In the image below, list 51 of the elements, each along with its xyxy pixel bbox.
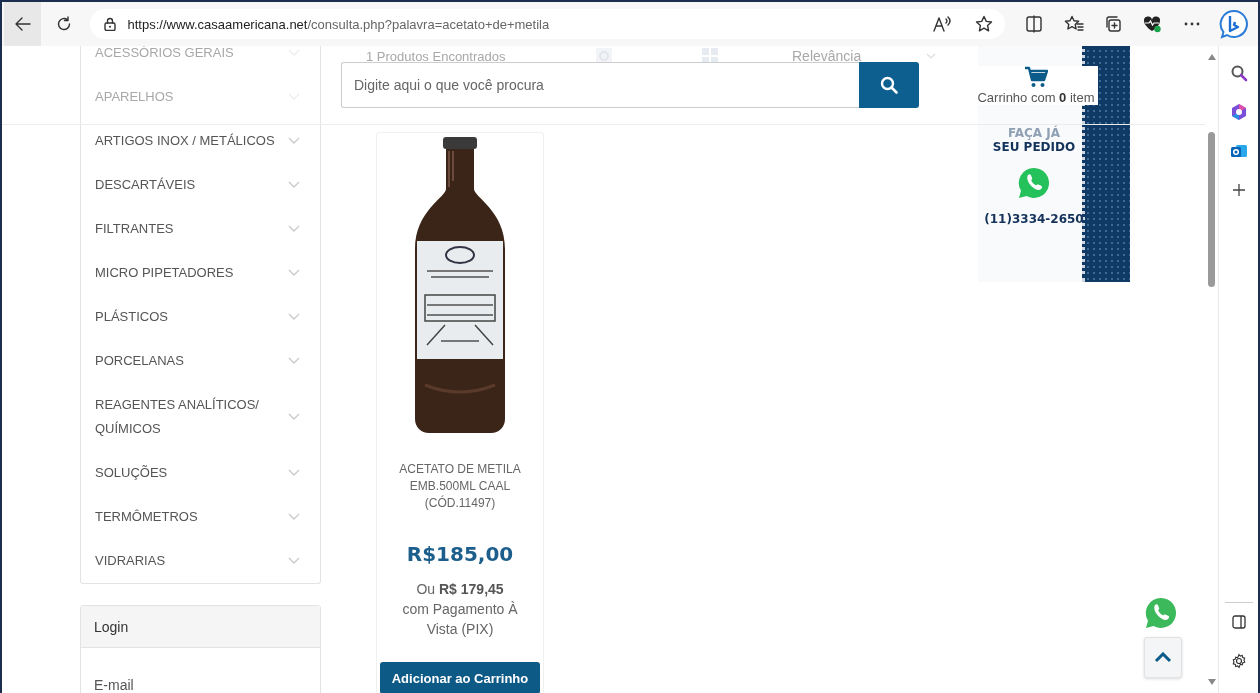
star-icon[interactable]	[974, 15, 993, 33]
heart-pulse-icon[interactable]	[1142, 15, 1163, 33]
search-icon	[880, 76, 898, 94]
sidebar-panel-icon[interactable]	[1231, 615, 1246, 629]
read-aloud-icon[interactable]	[931, 15, 952, 33]
category-link[interactable]: SOLUÇÕES	[95, 461, 285, 485]
category-link[interactable]: MICRO PIPETADORES	[95, 261, 285, 285]
chevron-down-icon	[926, 53, 936, 59]
category-link[interactable]: FILTRANTES	[95, 217, 285, 241]
search-icon[interactable]	[1229, 64, 1248, 82]
banner-heading: FAÇA JÁ	[1007, 126, 1061, 140]
scroll-up-icon[interactable]	[1207, 54, 1216, 60]
product-name[interactable]: ACETATO DE METILA EMB.500ML CAAL (CÓD.11497)	[396, 461, 524, 512]
whatsapp-icon[interactable]	[1144, 596, 1178, 630]
login-title: Login	[94, 618, 129, 635]
category-link[interactable]: PORCELANAS	[95, 349, 285, 373]
whatsapp-icon	[1017, 166, 1051, 200]
address-bar[interactable]: https://www.casaamericana.net/consulta.php?palavra=acetato+de+metila	[89, 9, 1005, 39]
scroll-down-icon[interactable]	[1207, 679, 1216, 685]
scrollbar-thumb[interactable]	[1208, 132, 1215, 287]
pix-price-text: Ou R$ 179,45 com Pagamento À Vista (PIX)	[401, 580, 519, 639]
product-price: R$185,00	[406, 542, 514, 566]
more-icon[interactable]	[1182, 21, 1201, 27]
favorites-icon[interactable]	[1063, 15, 1084, 33]
phone-number: (11)3334-2650	[984, 212, 1084, 226]
url-text[interactable]: https://www.casaamericana.net/consulta.php?palavra=acetato+de+metila	[127, 16, 550, 32]
category-link[interactable]: TERMÔMETROS	[95, 505, 285, 529]
back-to-top-button[interactable]	[1144, 637, 1182, 678]
collections-icon[interactable]	[1104, 15, 1123, 33]
category-link[interactable]: ARTIGOS INOX / METÁLICOS	[95, 129, 285, 153]
plus-icon[interactable]	[1231, 183, 1246, 197]
split-screen-icon[interactable]	[1025, 15, 1044, 33]
mail-app-icon[interactable]	[1229, 142, 1248, 160]
cart-icon[interactable]	[1024, 66, 1048, 88]
chevron-up-icon	[1154, 652, 1172, 663]
category-link[interactable]: REAGENTES ANALÍTICOS/ QUÍMICOS	[95, 393, 285, 441]
search-button[interactable]	[859, 62, 919, 108]
email-label: E-mail	[94, 677, 134, 693]
hexagon-logo-icon[interactable]	[1229, 103, 1248, 121]
settings-icon[interactable]	[1230, 653, 1247, 669]
category-link[interactable]: VIDRARIAS	[95, 549, 285, 573]
lock-icon	[103, 17, 116, 31]
chat-bubble-icon[interactable]	[1219, 9, 1250, 39]
results-count: 1 Produtos Encontrados	[366, 48, 507, 64]
add-to-cart-button[interactable]: Adicionar ao Carrinho	[379, 662, 541, 693]
category-link[interactable]: DESCARTÁVEIS	[95, 173, 285, 197]
refresh-icon[interactable]	[55, 16, 72, 32]
search-field[interactable]: Digite aqui o que você procura	[341, 62, 859, 108]
banner-heading: SEU PEDIDO	[992, 140, 1076, 154]
back-icon[interactable]	[13, 16, 32, 32]
category-link[interactable]: PLÁSTICOS	[95, 305, 285, 329]
